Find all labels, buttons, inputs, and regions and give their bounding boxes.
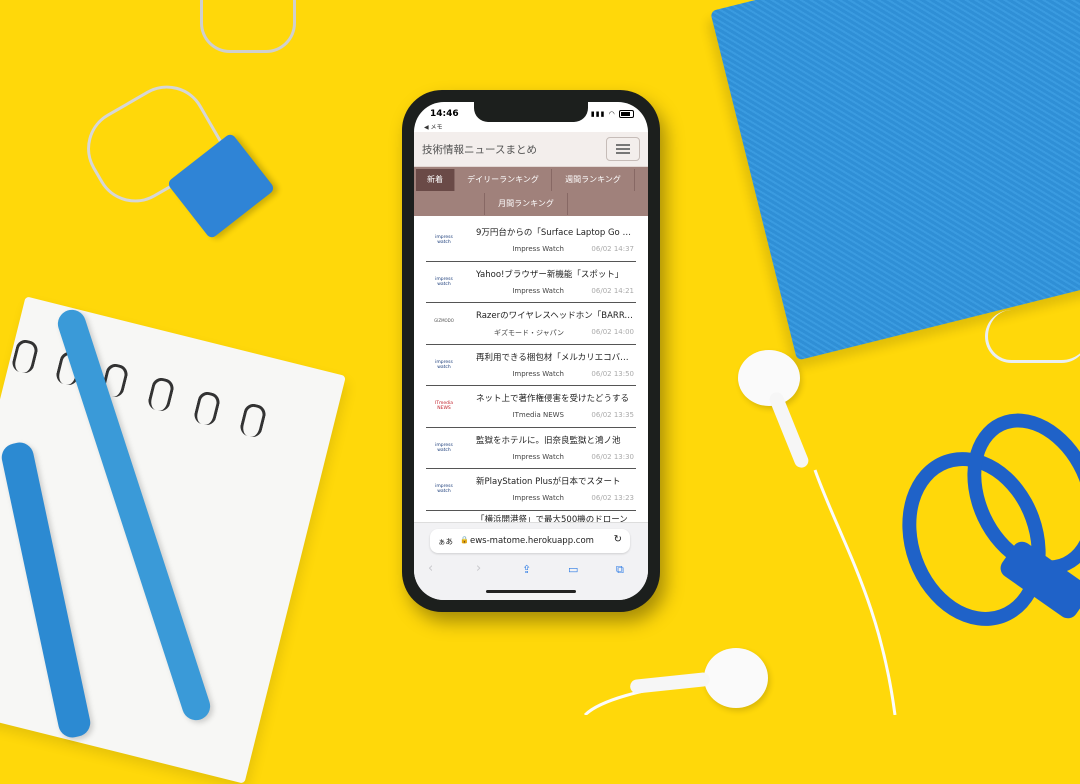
tab-bar: 新着 デイリーランキング 週間ランキング 月間ランキング xyxy=(414,167,648,216)
smartphone: 14:46 ◀ メモ ▮▮▮ ◠ 技術情報ニュースまとめ 新着 デイリーランキン… xyxy=(402,90,660,612)
earbud xyxy=(704,648,768,708)
news-item[interactable]: GIZMODO Razerのワイヤレスヘッドホン「BARRACUDA」 ギズモー… xyxy=(426,303,636,345)
news-source: ギズモード・ジャパン xyxy=(494,329,564,337)
app-title[interactable]: 技術情報ニュースまとめ xyxy=(422,142,537,157)
notch xyxy=(474,102,588,122)
reload-icon[interactable]: ↻ xyxy=(614,534,622,545)
tabs-icon[interactable]: ⧉ xyxy=(616,563,624,577)
forward-icon[interactable]: › xyxy=(476,561,481,576)
phone-screen: 14:46 ◀ メモ ▮▮▮ ◠ 技術情報ニュースまとめ 新着 デイリーランキン… xyxy=(414,102,648,600)
news-source: Impress Watch xyxy=(512,286,564,295)
news-item[interactable]: impress watch Yahoo!ブラウザー新機能「スポット」 Impre… xyxy=(426,262,636,303)
news-title[interactable]: Razerのワイヤレスヘッドホン「BARRACUDA」 xyxy=(476,309,634,321)
news-item[interactable]: impress watch 再利用できる梱包材「メルカリエコバッグ」 Impre… xyxy=(426,345,636,386)
tab-monthly-ranking[interactable]: 月間ランキング xyxy=(484,193,568,215)
back-icon[interactable]: ‹ xyxy=(428,561,433,576)
menu-line xyxy=(616,152,630,154)
news-title[interactable]: 再利用できる梱包材「メルカリエコバッグ」 xyxy=(476,351,634,363)
hamburger-menu-button[interactable] xyxy=(606,137,640,161)
source-logo: impress watch xyxy=(435,235,453,245)
lock-icon: 🔒 xyxy=(460,536,469,544)
tab-daily-ranking[interactable]: デイリーランキング xyxy=(455,169,552,191)
share-icon[interactable]: ⇪ xyxy=(522,563,531,576)
menu-line xyxy=(616,144,630,146)
bookmarks-icon[interactable]: ▭ xyxy=(568,563,578,576)
news-source: ITmedia NEWS xyxy=(512,411,564,419)
browser-bottom-bar: ぁあ 🔒 ews-matome.herokuapp.com ↻ ‹ › ⇪ ▭ … xyxy=(414,522,648,600)
wifi-icon: ◠ xyxy=(608,110,616,118)
news-time: 06/02 13:50 xyxy=(591,369,634,378)
news-source: Impress Watch xyxy=(512,452,564,461)
news-title[interactable]: Yahoo!ブラウザー新機能「スポット」 xyxy=(476,268,634,280)
news-time: 06/02 13:23 xyxy=(591,494,634,502)
status-icons: ▮▮▮ ◠ xyxy=(591,110,634,118)
news-item[interactable]: ITmedia NEWS ネット上で著作権侵害を受けたどうする ITmedia … xyxy=(426,386,636,428)
news-title[interactable]: 監獄をホテルに。旧奈良監獄と鴻ノ池 xyxy=(476,434,634,446)
news-time: 06/02 14:37 xyxy=(591,245,634,253)
browser-toolbar: ‹ › ⇪ ▭ ⧉ xyxy=(414,561,648,581)
news-item[interactable]: impress watch 監獄をホテルに。旧奈良監獄と鴻ノ池 Impress … xyxy=(426,428,636,469)
news-time: 06/02 14:00 xyxy=(591,328,634,336)
tab-new[interactable]: 新着 xyxy=(416,169,455,191)
news-title[interactable]: ネット上で著作権侵害を受けたどうする xyxy=(476,392,634,404)
app-header: 技術情報ニュースまとめ xyxy=(414,132,648,167)
battery-icon xyxy=(619,110,634,118)
tab-weekly-ranking[interactable]: 週間ランキング xyxy=(552,169,635,191)
menu-line xyxy=(616,148,630,150)
reader-options-button[interactable]: ぁあ xyxy=(438,536,453,547)
news-source: Impress Watch xyxy=(512,369,564,378)
news-title[interactable]: 新PlayStation Plusが日本でスタート xyxy=(476,475,634,487)
news-item[interactable]: impress watch 新PlayStation Plusが日本でスタート … xyxy=(426,469,636,511)
signal-icon: ▮▮▮ xyxy=(590,110,606,118)
news-time: 06/02 13:30 xyxy=(591,452,634,461)
url-text[interactable]: ews-matome.herokuapp.com xyxy=(470,536,594,546)
news-title[interactable]: 9万円台からの「Surface Laptop Go 2」 xyxy=(476,226,634,238)
home-indicator xyxy=(486,590,576,593)
news-time: 06/02 13:35 xyxy=(591,411,634,419)
source-logo: GIZMODO xyxy=(434,318,454,323)
source-logo: impress watch xyxy=(435,442,453,453)
news-time: 06/02 14:21 xyxy=(591,286,634,295)
news-source: Impress Watch xyxy=(512,245,564,253)
status-time: 14:46 xyxy=(430,109,459,119)
news-source: Impress Watch xyxy=(512,494,564,502)
news-item[interactable]: impress watch 9万円台からの「Surface Laptop Go … xyxy=(426,220,636,262)
address-bar[interactable]: ぁあ 🔒 ews-matome.herokuapp.com ↻ xyxy=(430,529,630,553)
back-to-app-link[interactable]: ◀ メモ xyxy=(424,122,443,131)
source-logo: impress watch xyxy=(435,359,453,370)
source-logo: impress watch xyxy=(435,276,453,287)
source-logo: impress watch xyxy=(435,484,453,494)
news-list: impress watch 9万円台からの「Surface Laptop Go … xyxy=(414,220,648,551)
source-logo: ITmedia NEWS xyxy=(434,401,454,411)
